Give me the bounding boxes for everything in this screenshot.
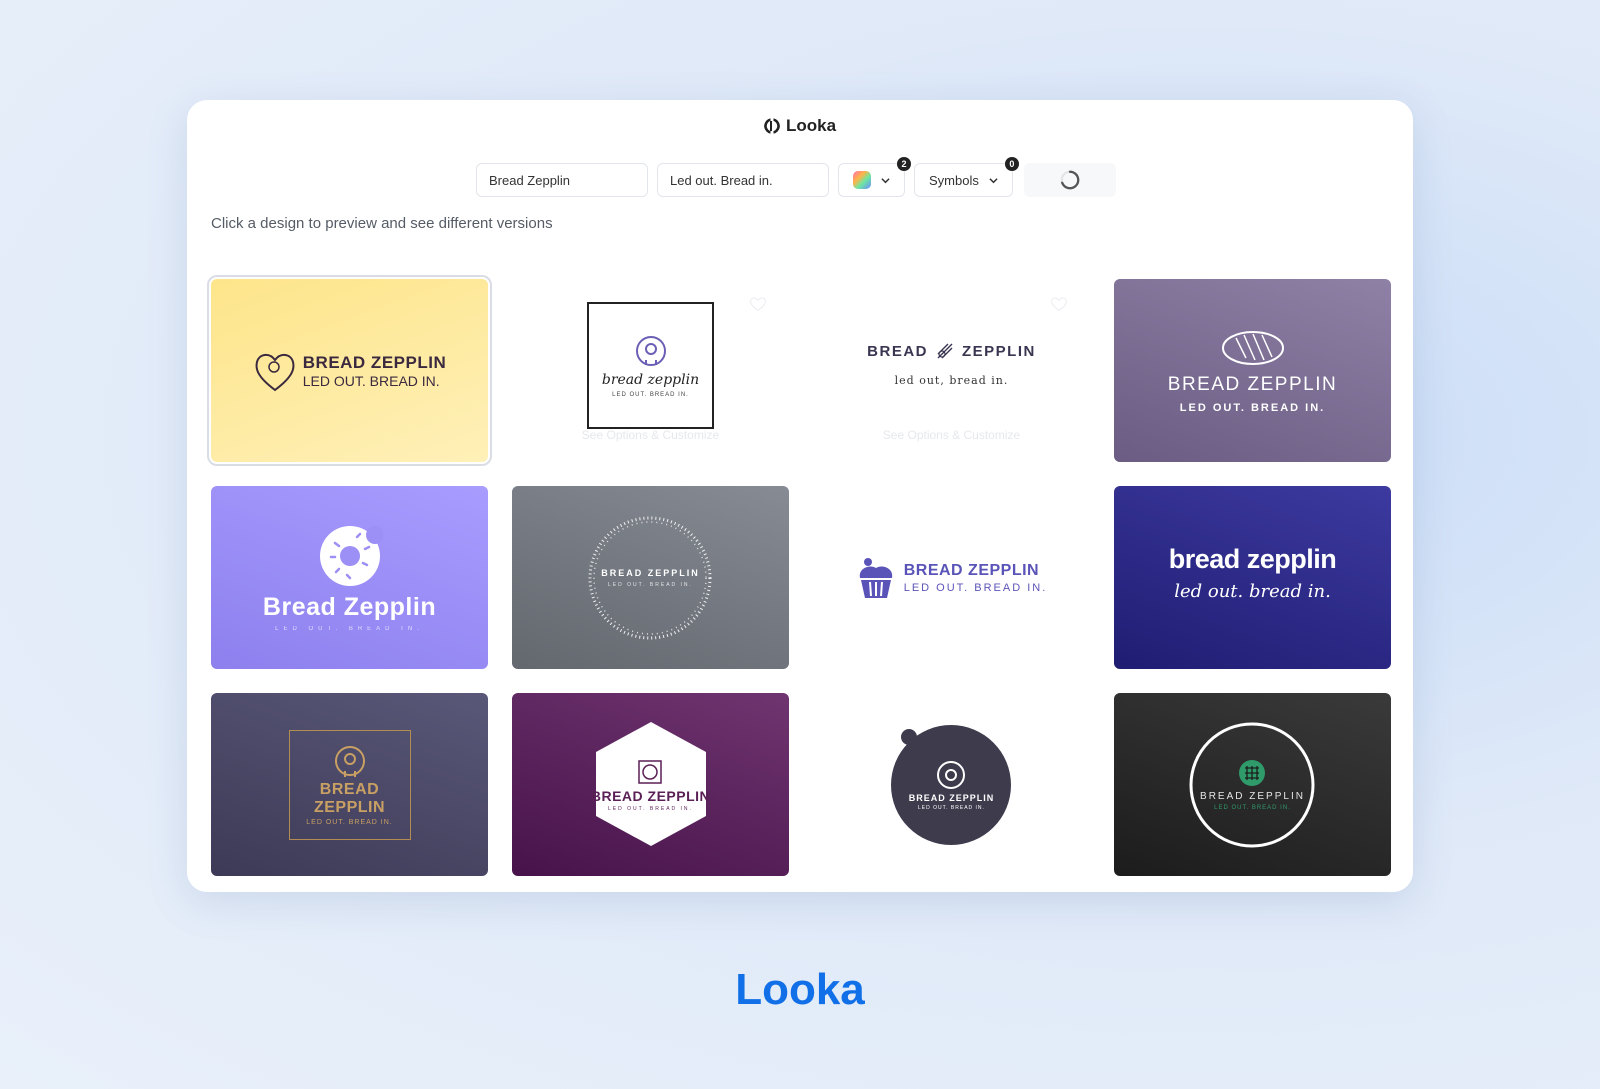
design-name: Bread Zepplin xyxy=(262,593,437,621)
logo-design-card[interactable]: BREAD ZEPPLIN LED OUT. BREAD IN. xyxy=(1114,279,1391,462)
design-name: BREAD ZEPPLIN xyxy=(903,561,1040,579)
logo-design-card[interactable]: bread zepplin LED OUT. BREAD IN. See Opt… xyxy=(512,279,789,462)
design-name-left: BREAD xyxy=(867,342,928,360)
design-name: bread zepplin xyxy=(1168,543,1337,574)
design-name: BREAD ZEPPLIN xyxy=(313,781,386,816)
spinner-icon xyxy=(1060,170,1080,190)
heart-donut-icon xyxy=(255,353,295,391)
design-tagline: LED OUT. BREAD IN. xyxy=(1214,805,1291,811)
logo-design-card[interactable]: BREAD ZEPPLIN LED OUT. BREAD IN. xyxy=(813,693,1090,876)
company-name-input[interactable] xyxy=(476,163,648,197)
looka-app-window: Looka 2 Symbols 0 Click a design to prev… xyxy=(187,100,1413,892)
design-name: BREAD ZEPPLIN xyxy=(1200,791,1305,802)
logo-design-card[interactable]: BREAD ZEPPLIN LED OUT. BREAD IN. xyxy=(512,486,789,669)
instruction-text: Click a design to preview and see differ… xyxy=(211,215,553,232)
customize-overlay-label: See Options & Customize xyxy=(581,428,720,442)
symbols-count-badge: 0 xyxy=(1004,157,1019,171)
loading-indicator xyxy=(1023,163,1116,197)
color-count-badge: 2 xyxy=(897,157,911,171)
logo-design-grid: BREAD ZEPPLIN LED OUT. BREAD IN. bread z… xyxy=(207,275,1391,876)
bread-loaf-icon xyxy=(1221,330,1284,365)
design-name: BREAD ZEPPLIN xyxy=(1167,373,1338,395)
design-tagline: LED OUT. BREAD IN. xyxy=(302,372,440,389)
design-name: BREAD ZEPPLIN xyxy=(908,792,995,803)
color-filter-dropdown[interactable]: 2 xyxy=(838,157,911,197)
design-tagline: LED OUT. BREAD IN. xyxy=(608,805,693,812)
symbols-filter-dropdown[interactable]: Symbols 0 xyxy=(914,157,1019,197)
toolbar: 2 Symbols 0 xyxy=(476,157,1116,197)
sprinkle-donut-icon xyxy=(319,526,383,586)
rocket-icon xyxy=(937,343,953,359)
design-tagline: LED OUT. BREAD IN. xyxy=(275,626,424,632)
logo-design-card[interactable]: BREAD ZEPPLIN LED OUT. BREAD IN. xyxy=(207,275,492,466)
chevron-down-icon xyxy=(989,177,998,183)
waffle-icon xyxy=(1239,760,1266,786)
logo-design-card[interactable]: BREAD ZEPPLIN LED OUT. BREAD IN. xyxy=(1114,693,1391,876)
design-tagline: LED OUT. BREAD IN. xyxy=(306,819,393,826)
symbols-label: Symbols xyxy=(929,172,979,188)
logo-design-card[interactable]: BREAD ZEPPLIN LED OUT. BREAD IN. xyxy=(813,486,1090,669)
slogan-input[interactable] xyxy=(657,163,829,197)
plate-icon xyxy=(638,759,663,784)
looka-logo-icon xyxy=(764,118,780,134)
design-tagline: LED OUT. BREAD IN. xyxy=(903,581,1048,594)
design-tagline: LED OUT. BREAD IN. xyxy=(918,804,985,811)
customize-overlay-label: See Options & Customize xyxy=(882,428,1021,442)
footer-looka-logo: Looka xyxy=(735,965,865,1014)
logo-design-card[interactable]: BREAD ZEPPLIN LED OUT. BREAD IN. xyxy=(512,693,789,876)
logo-design-card[interactable]: BREAD ZEPPLIN led out, bread in. See Opt… xyxy=(813,279,1090,462)
gold-donut-icon xyxy=(334,746,365,777)
design-name: bread zepplin xyxy=(601,371,700,388)
chevron-down-icon xyxy=(881,177,890,183)
design-tagline: LED OUT. BREAD IN. xyxy=(608,581,693,588)
app-brand: Looka xyxy=(187,116,1413,136)
favorite-heart-icon[interactable] xyxy=(1050,295,1068,313)
favorite-heart-icon[interactable] xyxy=(749,295,767,313)
design-name: BREAD ZEPPLIN xyxy=(590,787,711,804)
design-name-right: ZEPPLIN xyxy=(962,342,1036,360)
design-tagline: LED OUT. BREAD IN. xyxy=(612,391,689,398)
logo-design-card[interactable]: BREAD ZEPPLIN LED OUT. BREAD IN. xyxy=(211,693,488,876)
design-name: BREAD ZEPPLIN xyxy=(302,352,447,372)
color-swatch-icon xyxy=(853,171,871,189)
app-brand-label: Looka xyxy=(785,116,837,135)
design-tagline: led out. bread in. xyxy=(1174,580,1331,602)
logo-design-card[interactable]: Bread Zepplin LED OUT. BREAD IN. xyxy=(211,486,488,669)
cupcake-icon xyxy=(859,557,892,598)
donut-icon xyxy=(937,760,966,789)
design-tagline: LED OUT. BREAD IN. xyxy=(1179,401,1326,414)
design-name: BREAD ZEPPLIN xyxy=(601,567,700,578)
design-tagline: led out, bread in. xyxy=(894,374,1009,387)
logo-design-card[interactable]: bread zepplin led out. bread in. xyxy=(1114,486,1391,669)
donut-icon xyxy=(635,335,666,366)
